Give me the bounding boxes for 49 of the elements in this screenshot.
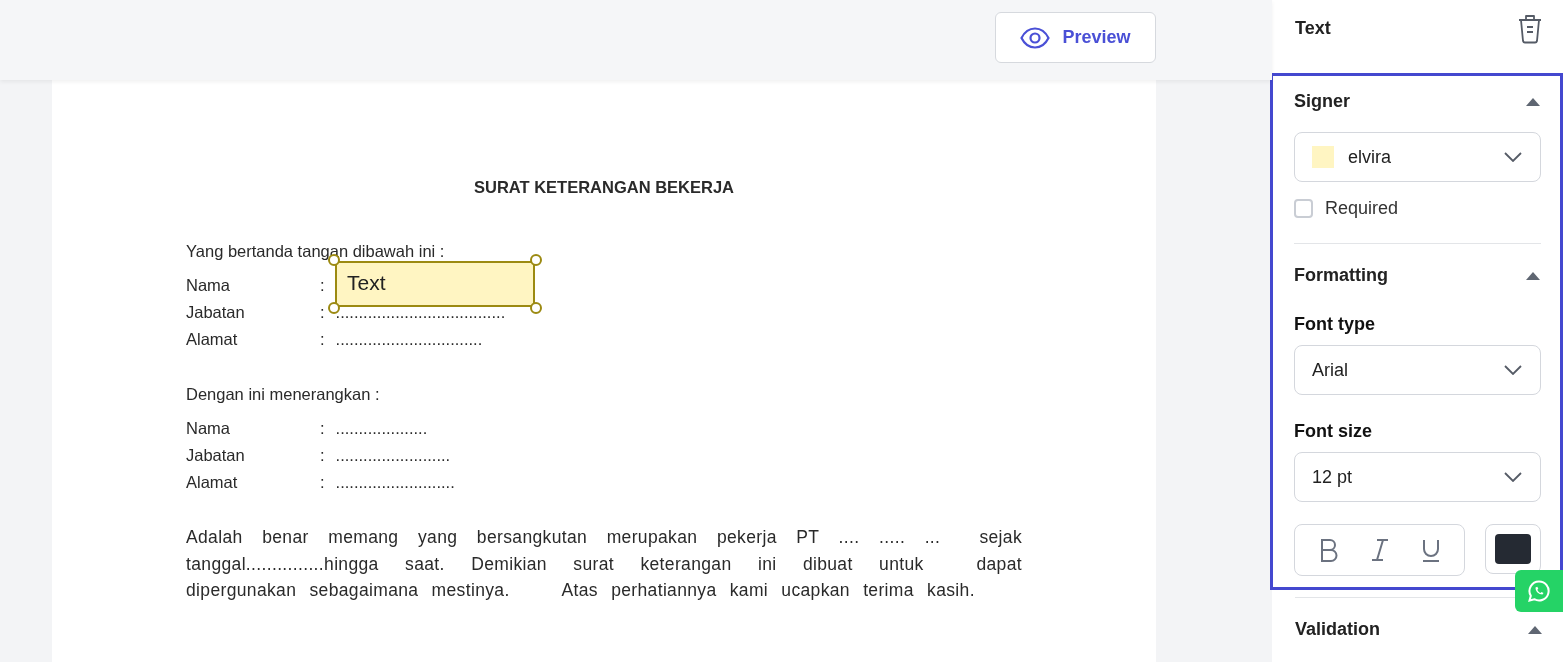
colon-text: : (320, 418, 325, 439)
chevron-down-icon (1504, 472, 1522, 482)
document-title: SURAT KETERANGAN BEKERJA (472, 177, 735, 197)
signer-select[interactable]: elvira (1294, 132, 1541, 182)
chevron-down-icon (1504, 365, 1522, 375)
eye-icon (1020, 26, 1051, 49)
section-header[interactable]: Signer (1294, 84, 1541, 118)
fill-in-line: ................................ (335, 329, 483, 350)
field-label: Font size (1294, 421, 1373, 442)
font-size-select[interactable]: 12 pt (1294, 452, 1541, 502)
section-header[interactable]: Validation (1295, 612, 1543, 646)
field-label: Nama (186, 275, 231, 296)
field-label: Jabatan (186, 445, 246, 466)
checkbox-label: Required (1325, 198, 1399, 219)
chat-icon (1527, 579, 1551, 603)
caret-up-icon (1527, 624, 1543, 634)
text-color-button[interactable] (1485, 524, 1541, 574)
resize-handle[interactable] (328, 302, 340, 314)
chevron-down-icon (1504, 152, 1522, 162)
bold-icon (1318, 538, 1339, 562)
resize-handle[interactable] (530, 254, 542, 266)
trash-icon[interactable] (1517, 13, 1543, 44)
colon-text: : (320, 302, 325, 323)
field-label: Alamat (186, 329, 239, 350)
colon-text: : (320, 275, 325, 296)
field-label: Nama (186, 418, 231, 439)
section-header[interactable]: Formatting (1294, 258, 1541, 292)
caret-up-icon (1525, 96, 1541, 106)
fill-in-line: ......................... (335, 445, 451, 466)
field-label: Font type (1294, 314, 1376, 335)
caret-up-icon (1525, 270, 1541, 280)
required-checkbox[interactable] (1294, 199, 1313, 218)
italic-icon (1369, 538, 1390, 562)
document-paragraph: Adalah benar memang yang bersangkutan merupakan pekerja PT .... ..... ... sejak tanggal...............hingga saat. Demikian surat keterangan ini dibuat untuk dapat dipergunakan sebagaimana mestinya. Atas perhatiannya kami ucapkan terima kasih. (186, 526, 1022, 602)
document-text: Dengan ini menerangkan : (186, 385, 380, 403)
field-label: Jabatan (186, 302, 246, 323)
preview-button[interactable]: Preview (995, 12, 1156, 63)
colon-text: : (320, 472, 325, 493)
underline-icon (1420, 538, 1441, 562)
colon-text: : (320, 445, 325, 466)
field-label: Alamat (186, 472, 239, 493)
colon-text: : (320, 329, 325, 350)
panel-title: Text (1295, 18, 1331, 39)
text-field[interactable]: Text (335, 261, 535, 307)
fill-in-line: .......................... (335, 472, 455, 493)
fill-in-line: .................... (335, 418, 428, 439)
document-text: Yang bertanda tangan dibawah ini : (186, 242, 445, 260)
font-type-select[interactable]: Arial (1294, 345, 1541, 395)
resize-handle[interactable] (530, 302, 542, 314)
